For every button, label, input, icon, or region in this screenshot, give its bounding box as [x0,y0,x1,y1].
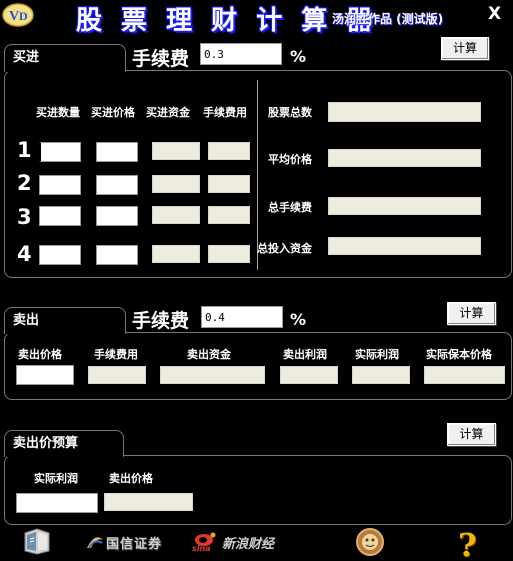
col-header-buy-qty: 买进数量 [36,106,80,119]
sell-profit-output [280,366,338,384]
col-header-sell-capital: 卖出资金 [187,348,231,361]
summary-total-invest-label: 总投入资金 [257,242,312,255]
row-number-4: 4 [17,242,32,266]
sell-section-label: 卖出 [13,313,40,328]
buy-fee-label: 手续费 [132,48,190,70]
budget-tab: 卖出价预算 [4,430,124,457]
row-number-1: 1 [17,138,32,162]
buy-fee-output-4 [208,245,250,263]
svg-text:D: D [19,9,28,23]
buy-calc-button[interactable]: 计算 [441,37,489,60]
col-header-breakeven-price: 实际保本价格 [426,348,492,361]
summary-total-shares-label: 股票总数 [268,106,312,119]
buy-capital-output-2 [152,175,200,193]
guosen-label: 国信证券 [106,536,163,552]
sell-fee-label: 手续费 [132,310,190,332]
buy-capital-output-3 [152,206,200,224]
budget-calc-button[interactable]: 计算 [447,423,496,446]
breakeven-price-output [424,366,505,384]
budget-sell-price-output [104,493,193,511]
budget-section-label: 卖出价预算 [13,436,79,451]
sina-link[interactable]: sina 新浪财经 [192,531,274,553]
buy-price-input-3[interactable] [96,206,138,226]
buy-qty-input-3[interactable] [39,206,81,226]
buy-qty-input-4[interactable] [39,245,81,265]
svg-text:V: V [9,9,19,24]
buy-price-input-2[interactable] [96,175,138,195]
sell-pct-sign: % [290,310,307,329]
col-header-buy-fee: 手续费用 [203,106,247,119]
col-header-actual-profit: 实际利润 [355,348,399,361]
buy-qty-input-2[interactable] [39,175,81,195]
col-header-buy-capital: 买进资金 [146,106,190,119]
col-header-buy-price: 买进价格 [91,106,135,119]
summary-total-shares-output [328,102,481,122]
sina-label: 新浪财经 [222,536,275,552]
budget-panel [4,455,512,525]
guosen-logo-icon [86,534,104,550]
sell-tab: 卖出 [4,307,126,334]
guosen-link[interactable]: 国信证券 [86,532,162,552]
row-number-2: 2 [17,171,32,195]
buy-tab: 买进 [4,44,126,72]
app-logo-icon: V D [2,2,34,28]
col-header-budget-sell-price: 卖出价格 [109,472,153,485]
sell-fee-rate-input[interactable] [201,306,283,328]
row-number-3: 3 [17,205,32,229]
summary-avg-price-output [328,149,481,167]
buy-price-input-4[interactable] [96,245,138,265]
buy-fee-output-1 [208,142,250,160]
sell-calc-button[interactable]: 计算 [447,302,496,325]
app-subtitle: 汤润胜作品 (测试版) [332,12,444,26]
buy-price-input-1[interactable] [96,142,138,162]
buy-fee-output-2 [208,175,250,193]
book-icon[interactable] [22,527,52,555]
buy-capital-output-1 [152,142,200,160]
summary-total-fee-label: 总手续费 [268,201,312,214]
summary-avg-price-label: 平均价格 [268,153,312,166]
help-label: ? [458,526,477,561]
buy-pct-sign: % [290,47,307,66]
col-header-sell-price: 卖出价格 [18,348,62,361]
sell-price-input[interactable] [16,365,74,385]
sina-mark: sina [192,544,211,553]
sell-fee-output [88,366,146,384]
summary-total-invest-output [328,237,481,255]
emblem-icon[interactable] [355,527,385,557]
summary-total-fee-output [328,197,481,215]
actual-profit-output [352,366,410,384]
buy-fee-output-3 [208,206,250,224]
buy-fee-rate-input[interactable] [200,43,282,65]
col-header-sell-fee: 手续费用 [94,348,138,361]
budget-actual-profit-input[interactable] [16,493,98,513]
close-button[interactable]: X [488,4,501,24]
sina-logo-icon: sina [192,531,218,553]
col-header-sell-profit: 卖出利润 [283,348,327,361]
buy-section-label: 买进 [13,50,40,65]
buy-capital-output-4 [152,245,200,263]
sell-capital-output [160,366,265,384]
buy-qty-input-1[interactable] [39,142,81,162]
help-icon[interactable]: ? [458,526,486,561]
col-header-budget-actual-profit: 实际利润 [34,472,78,485]
